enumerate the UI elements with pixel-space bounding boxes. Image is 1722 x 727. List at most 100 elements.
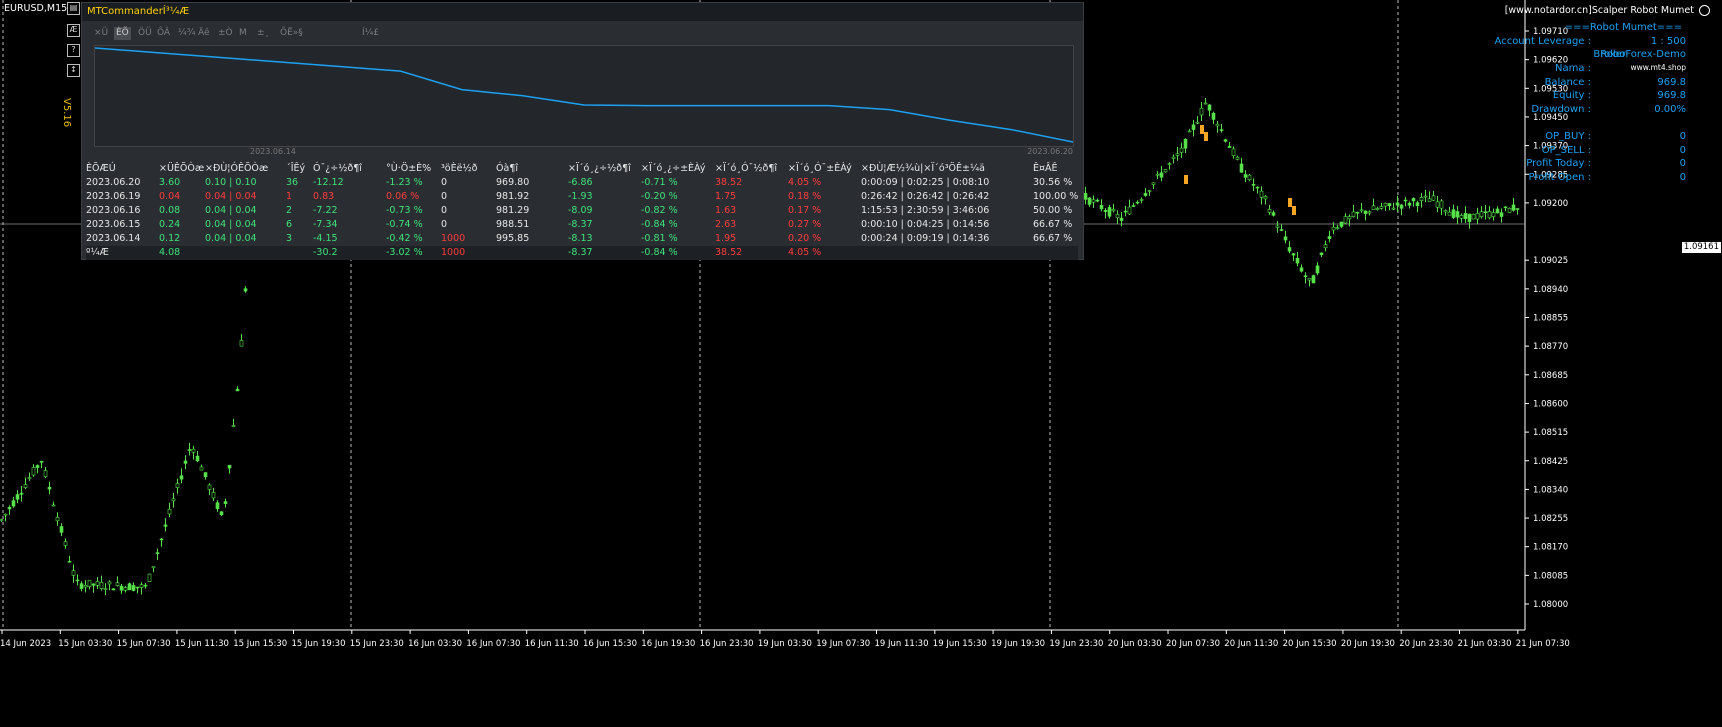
table-cell: 988.51 (496, 219, 530, 230)
table-cell: 0.04 | 0.04 (205, 233, 257, 244)
candle-body (15, 494, 20, 500)
panel-tab[interactable]: ÖÜ (136, 27, 154, 40)
candle-body (187, 449, 192, 451)
table-cell: 2.63 (715, 219, 737, 230)
candle-body (1195, 121, 1200, 124)
table-cell (205, 246, 286, 260)
panel-tab[interactable]: ×Ü (92, 27, 110, 40)
candle-body (1391, 207, 1396, 210)
info-value: 0 (1679, 131, 1686, 142)
panel-titlebar[interactable] (82, 3, 1083, 21)
panel-tab[interactable]: M (237, 27, 249, 40)
candle-body (131, 585, 136, 591)
info-value: 0.00% (1654, 104, 1686, 115)
candle-body (1143, 193, 1148, 196)
info-row: Profit Open : 0 (1436, 172, 1686, 186)
mtcommander-stats-panel[interactable]: MTCommanderÍ³¼Æ ×Ü ÈÕ ÖÜ ÔÂ ¼¾ Äê ±Ò M ±¸ ÕË»§ Í¼£… (81, 2, 1084, 260)
time-tick-label: 16 Jun 11:30 (525, 639, 579, 649)
candle-body (23, 484, 28, 488)
candle-body (1495, 208, 1500, 214)
candle-body (19, 492, 24, 495)
chart-menu-icon[interactable]: ▤ (67, 2, 80, 15)
candle-body (1191, 124, 1196, 130)
candle-body (1183, 138, 1188, 149)
candle-body (219, 511, 224, 516)
table-cell: º¼Æ (86, 246, 159, 260)
candle-body (1379, 206, 1384, 209)
candle-body (1355, 211, 1360, 214)
candle-body (183, 460, 188, 464)
time-tick-label: 20 Jun 11:30 (1224, 639, 1278, 649)
info-row: OP_SELL : 0 (1436, 145, 1686, 159)
panel-tab[interactable]: ±Ò (216, 27, 235, 40)
time-tick-label: 19 Jun 23:30 (1049, 639, 1103, 649)
table-cell: ³öÈë½ð (441, 163, 478, 174)
candle-body (7, 507, 12, 510)
time-tick-label: 20 Jun 23:30 (1399, 639, 1453, 649)
table-cell: 4.05 % (788, 246, 861, 260)
price-tick-label: 1.08170 (1533, 543, 1568, 553)
candle-body (67, 561, 72, 563)
panel-toggle-icon[interactable]: Æ (67, 24, 80, 37)
price-chart[interactable]: 1.09710 1.09620 1.09530 1.09450 1.09370 1.092… (0, 0, 1722, 727)
info-row: Broker RoboForex-Demo (1436, 49, 1686, 63)
time-tick-label: 15 Jun 11:30 (175, 639, 229, 649)
candle-body (127, 583, 132, 591)
info-value: 969.8 (1657, 77, 1686, 88)
candle-body (1179, 147, 1184, 153)
table-cell: ×Ï´ó¸Ó¯½ð¶î (715, 163, 778, 174)
time-tick-label: 14 Jun 2023 (0, 639, 51, 649)
panel-tab[interactable]: ÈÕ (114, 27, 131, 40)
table-cell: 0.18 % (788, 191, 822, 202)
candle-body (1331, 226, 1336, 231)
candle-body (1151, 182, 1156, 185)
sync-icon[interactable]: ↕ (67, 64, 80, 77)
table-cell: ÈÕÆÚ (86, 163, 116, 174)
panel-tab[interactable]: Í¼£ (360, 27, 381, 40)
candle-body (1231, 148, 1236, 156)
panel-tab[interactable]: ±¸ (255, 27, 271, 40)
table-cell: 0.04 | 0.04 (205, 191, 257, 202)
info-label: Profit Open : (1528, 172, 1591, 183)
table-cell: 0:00:10 | 0:04:25 | 0:14:56 (861, 219, 990, 230)
info-row: Profit Today : 0 (1436, 158, 1686, 172)
table-cell: 0 (441, 205, 448, 216)
time-tick-label: 16 Jun 23:30 (700, 639, 754, 649)
candle-body (1211, 112, 1216, 120)
panel-title: MTCommanderÍ³¼Æ (87, 6, 190, 17)
candle-body (159, 538, 164, 541)
table-cell: 0:00:24 | 0:09:19 | 0:14:36 (861, 233, 990, 244)
table-cell: -0.84 % (641, 246, 715, 260)
candle-body (1375, 208, 1380, 210)
panel-tab[interactable]: ¼¾ (176, 27, 197, 40)
candle-body (1303, 275, 1308, 278)
table-cell: -8.13 (568, 233, 593, 244)
candle-body (1131, 205, 1136, 207)
candle-body (107, 581, 112, 585)
time-tick-label: 15 Jun 23:30 (350, 639, 404, 649)
candle-body (1491, 212, 1496, 217)
panel-tab[interactable]: Äê (196, 27, 212, 40)
table-cell: -0.71 % (641, 177, 678, 188)
candle-body (1399, 204, 1404, 209)
candle-body (179, 475, 184, 480)
candle-body (3, 513, 8, 516)
table-cell: ×ÐÙ¦ÓÊÕÒæ (205, 163, 269, 174)
candle-body (75, 579, 80, 582)
table-cell: 0:26:42 | 0:26:42 | 0:26:42 (861, 191, 990, 202)
panel-tab[interactable]: ÕË»§ (278, 27, 305, 40)
table-cell: 50.00 % (1033, 205, 1073, 216)
candle-body (203, 472, 208, 478)
panel-tab[interactable]: ÔÂ (155, 27, 172, 40)
candle-body (1327, 236, 1332, 239)
candle-body (47, 486, 52, 490)
candle-body (1163, 169, 1168, 173)
table-cell: 0 (441, 191, 448, 202)
table-cell: 0:00:09 | 0:02:25 | 0:08:10 (861, 177, 990, 188)
candle-body (1155, 173, 1160, 176)
candle-body (1275, 225, 1280, 228)
candle-body (1439, 200, 1444, 209)
help-icon[interactable]: ? (67, 44, 80, 57)
table-cell (861, 246, 1033, 260)
info-label: Drawdown : (1531, 104, 1591, 115)
